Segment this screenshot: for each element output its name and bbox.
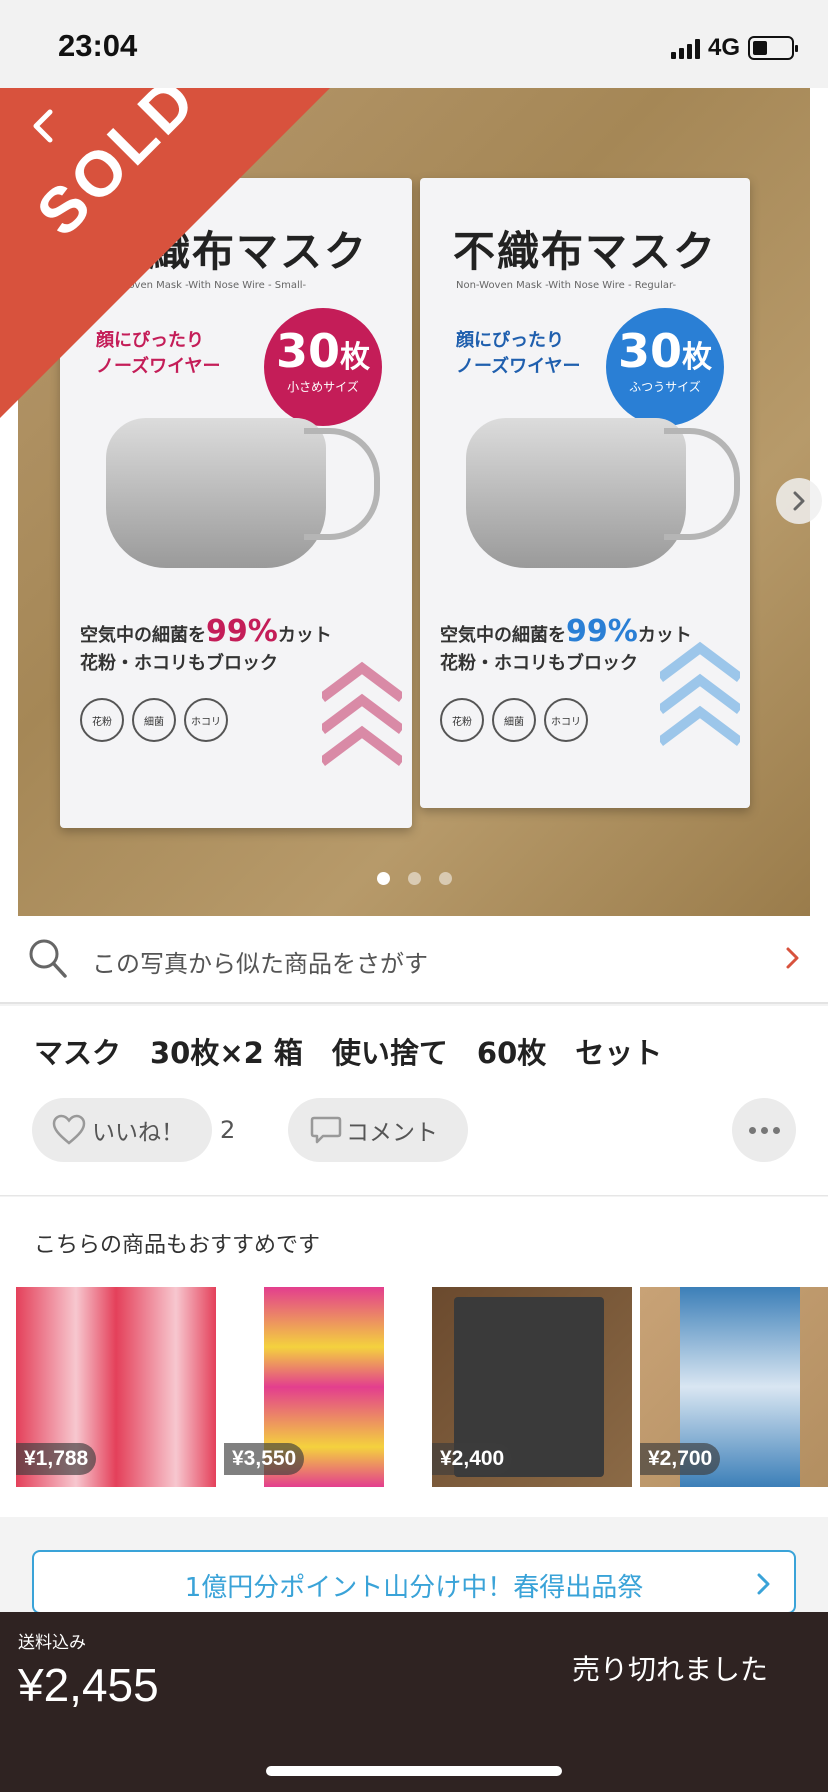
search-icon: [29, 939, 67, 978]
badge-number: 30: [617, 324, 682, 378]
sold-out-status: 売り切れました: [572, 1653, 769, 1686]
box-title: 不織布マスク: [452, 227, 717, 276]
mask-illustration: [466, 418, 740, 568]
box-catch-line: 顔にぴったり: [456, 330, 564, 351]
heart-icon: [52, 1114, 86, 1145]
comment-icon: [310, 1116, 342, 1144]
comment-button[interactable]: コメント: [288, 1098, 468, 1162]
like-count: 2: [220, 1116, 236, 1144]
copy-pct: 99%: [566, 614, 638, 649]
dust-icon: ホコリ: [544, 698, 588, 742]
box-subtitle: Non-Woven Mask -With Nose Wire - Regular…: [456, 280, 677, 291]
copy-pct: 99%: [206, 614, 278, 649]
chevron-graphic: [322, 661, 402, 766]
box-catch: 顔にぴったり ノーズワイヤー: [456, 328, 581, 380]
recommendation-item[interactable]: ¥2,700: [640, 1287, 828, 1487]
bacteria-icon: 細菌: [132, 698, 176, 742]
recommendations: こちらの商品もおすすめです ¥1,788 ¥3,550 ¥2,400 ¥2,70…: [0, 1197, 828, 1517]
bacteria-icon: 細菌: [492, 698, 536, 742]
campaign-banner[interactable]: 1億円分ポイント山分け中！春得出品祭: [32, 1550, 796, 1614]
recommendation-price: ¥1,788: [16, 1443, 97, 1475]
box-copy: 空気中の細菌を99%カット 花粉・ホコリもブロック: [80, 617, 332, 678]
recommendations-heading: こちらの商品もおすすめです: [34, 1233, 321, 1258]
copy-line2: 花粉・ホコリもブロック: [80, 653, 278, 674]
mask-box-right: 不織布マスク Non-Woven Mask -With Nose Wire - …: [420, 178, 750, 808]
status-indicators: 4G: [670, 34, 798, 62]
recommendation-item[interactable]: ¥2,400: [432, 1287, 632, 1487]
similar-photo-search[interactable]: この写真から似た商品をさがす: [0, 916, 828, 1004]
more-options-button[interactable]: [732, 1098, 796, 1162]
home-indicator[interactable]: [266, 1766, 562, 1776]
copy-post: カット: [277, 625, 332, 646]
item-price: ¥2,455: [18, 1659, 159, 1711]
copy-pre: 空気中の細菌を: [440, 625, 566, 646]
recommendation-price: ¥3,550: [224, 1443, 305, 1475]
signal-icon: [670, 37, 700, 59]
similar-search-label: この写真から似た商品をさがす: [92, 950, 428, 978]
copy-pre: 空気中の細菌を: [80, 625, 206, 646]
carousel-dot-2[interactable]: [407, 872, 421, 885]
like-button[interactable]: いいね！: [32, 1098, 212, 1162]
recommendation-item[interactable]: ¥1,788: [16, 1287, 216, 1487]
recommendation-list[interactable]: ¥1,788 ¥3,550 ¥2,400 ¥2,700: [16, 1287, 828, 1487]
status-bar: 23:04 4G: [0, 0, 828, 88]
chevron-right-icon: [793, 491, 805, 511]
badge-size: ふつうサイズ: [629, 380, 701, 394]
status-time: 23:04: [58, 28, 138, 63]
more-dot: [760, 1126, 768, 1134]
badge-unit: 枚: [340, 340, 370, 375]
network-type: 4G: [707, 34, 740, 61]
more-dot: [748, 1126, 756, 1134]
item-title: マスク 30枚×2 箱 使い捨て 60枚 セット: [34, 1036, 663, 1070]
like-label: いいね！: [92, 1120, 184, 1146]
comment-label: コメント: [346, 1120, 438, 1146]
shipping-label: 送料込み: [18, 1633, 86, 1653]
carousel-dots: [0, 872, 828, 885]
dust-icon: ホコリ: [184, 698, 228, 742]
recommendation-item[interactable]: ¥3,550: [224, 1287, 424, 1487]
recommendation-price: ¥2,400: [432, 1443, 513, 1475]
pollen-icon: 花粉: [440, 698, 484, 742]
product-photo-carousel[interactable]: 不織布マスク Non-Woven Mask -With Nose Wire - …: [0, 88, 828, 916]
copy-line2: 花粉・ホコリもブロック: [440, 653, 638, 674]
chevron-right-icon: [786, 947, 799, 969]
chevron-right-icon: [757, 1573, 770, 1595]
badge-unit: 枚: [682, 340, 712, 375]
next-photo-button[interactable]: [776, 478, 822, 524]
mask-illustration: [106, 418, 380, 568]
filter-icons: 花粉 細菌 ホコリ: [80, 698, 228, 742]
campaign-banner-label: 1億円分ポイント山分け中！春得出品祭: [184, 1573, 644, 1603]
item-info: マスク 30枚×2 箱 使い捨て 60枚 セット いいね！ 2 コメント: [0, 1006, 828, 1196]
battery-icon: [748, 36, 798, 60]
back-arrow-icon[interactable]: [24, 106, 64, 146]
carousel-dot-3[interactable]: [438, 872, 452, 885]
filter-icons: 花粉 細菌 ホコリ: [440, 698, 588, 742]
more-dot: [772, 1126, 780, 1134]
pollen-icon: 花粉: [80, 698, 124, 742]
box-catch-line: ノーズワイヤー: [456, 356, 581, 377]
count-badge: 30枚 ふつうサイズ: [606, 308, 724, 426]
chevron-graphic: [660, 641, 740, 746]
recommendation-price: ¥2,700: [640, 1443, 721, 1475]
box-copy: 空気中の細菌を99%カット 花粉・ホコリもブロック: [440, 617, 692, 678]
purchase-bar: 送料込み ¥2,455 売り切れました: [0, 1612, 828, 1792]
carousel-dot-1[interactable]: [376, 872, 390, 885]
